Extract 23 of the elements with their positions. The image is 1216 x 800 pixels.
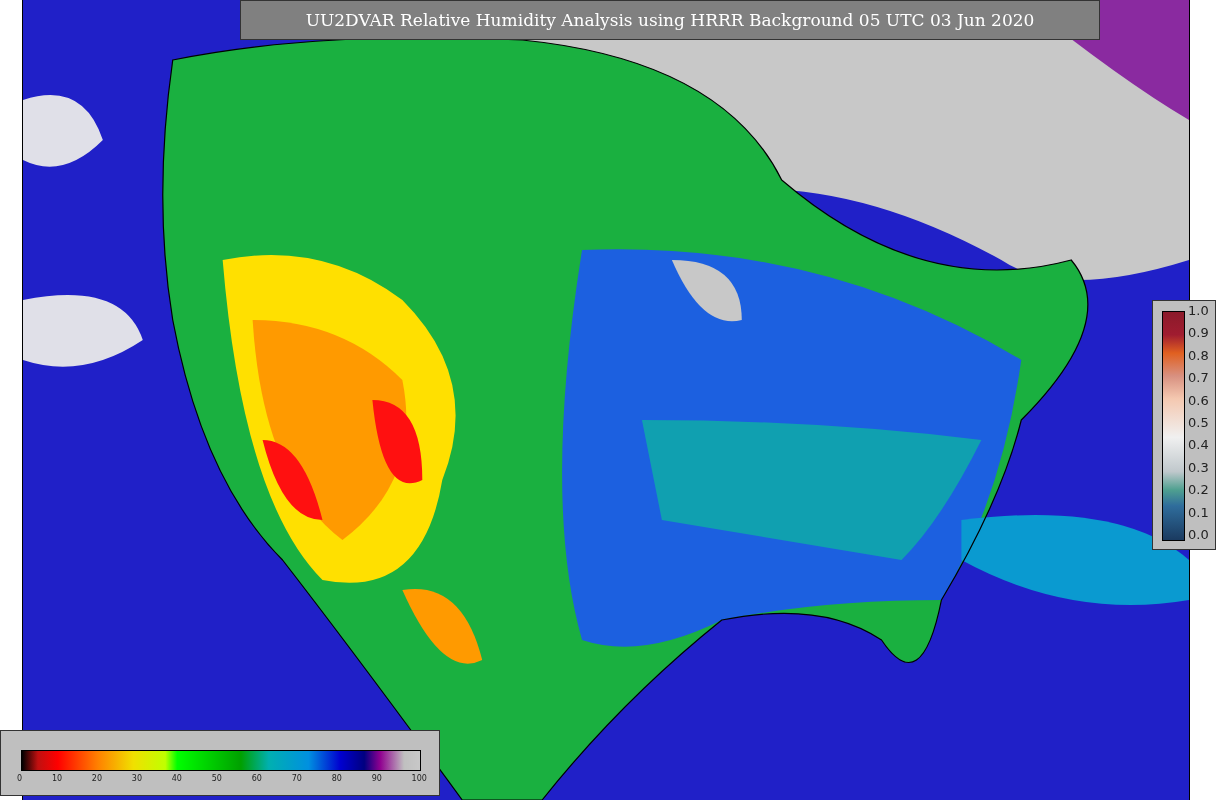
tick-label: 0.8 [1188,347,1209,364]
tick-label: 0.5 [1188,414,1209,431]
tick-label: 30 [131,774,142,785]
tick-label: 0.0 [1188,526,1209,543]
tick-label: 0.9 [1188,325,1209,342]
tick-label: 0.3 [1188,459,1209,476]
tick-label: 0.6 [1188,392,1209,409]
tick-label: 100 [411,774,427,785]
tick-label: 0.7 [1188,370,1209,387]
tick-label: 0.1 [1188,504,1209,521]
tick-label: 20 [91,774,103,785]
tick-label: 40 [171,774,182,785]
map-title: UU2DVAR Relative Humidity Analysis using HRRR Background 05 UTC 03 Jun 2020 [240,0,1100,40]
tick-label: 0.2 [1188,482,1209,499]
tick-label: 0.4 [1188,437,1209,454]
tick-label: 80 [331,774,342,785]
tick-label: 50 [211,774,222,785]
tick-label: 10 [51,774,63,785]
tick-label: 60 [251,774,262,785]
tick-label: 1.0 [1188,303,1209,319]
tick-label: 0 [17,774,23,785]
tick-label: 70 [291,774,302,785]
tick-label: 90 [371,774,382,785]
